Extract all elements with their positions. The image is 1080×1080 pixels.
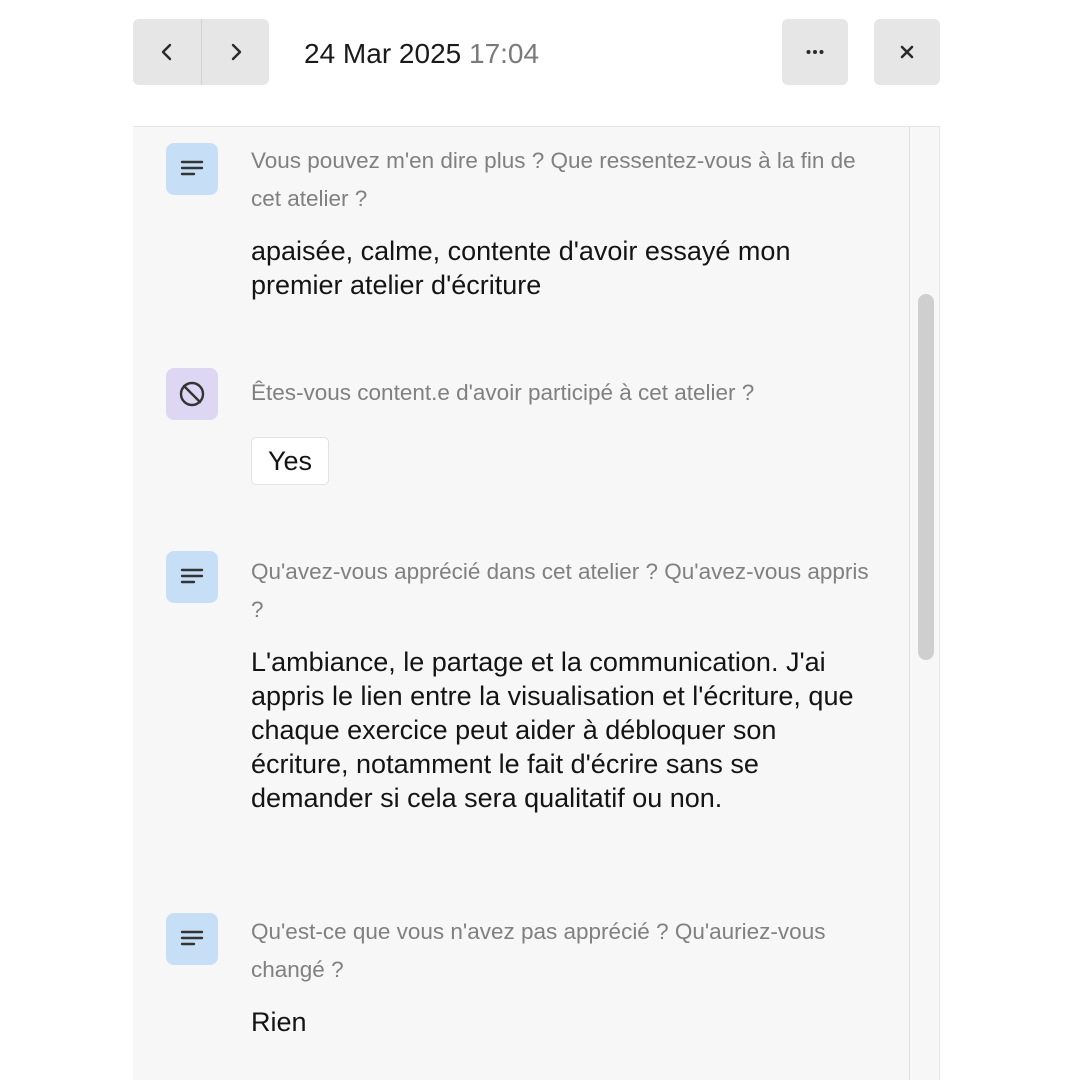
answer-text: L'ambiance, le partage et la communicati… [251,647,854,813]
submission-time: 17:04 [469,38,540,69]
answer-choice: Yes [251,437,330,485]
submission-datetime: 24 Mar 2025 17:04 [304,34,539,74]
previous-button[interactable] [133,19,201,85]
more-horizontal-icon [806,50,824,54]
close-icon [900,45,914,59]
scrollbar-track-divider [909,127,910,1080]
scrollbar-thumb[interactable] [918,294,934,660]
navigation-group [133,19,269,85]
question-text: Qu'est-ce que vous n'avez pas apprécié ?… [251,919,826,982]
chevron-left-icon [161,43,172,61]
more-options-button[interactable] [782,19,848,85]
chevron-right-icon [231,43,241,61]
question-text: Qu'avez-vous apprécié dans cet atelier ?… [251,559,869,622]
text-lines-icon [166,143,218,195]
text-lines-icon [166,913,218,965]
response-panel: Vous pouvez m'en dire plus ? Que ressent… [133,126,940,1080]
next-button[interactable] [201,19,269,85]
question-text: Vous pouvez m'en dire plus ? Que ressent… [251,148,856,211]
answer-text: Rien [251,1007,307,1037]
close-button[interactable] [874,19,940,85]
yes-no-icon [166,368,218,420]
submission-date: 24 Mar 2025 [304,38,462,69]
question-text: Êtes-vous content.e d'avoir participé à … [251,380,755,405]
text-lines-icon [166,551,218,603]
answer-text: apaisée, calme, contente d'avoir essayé … [251,236,791,300]
